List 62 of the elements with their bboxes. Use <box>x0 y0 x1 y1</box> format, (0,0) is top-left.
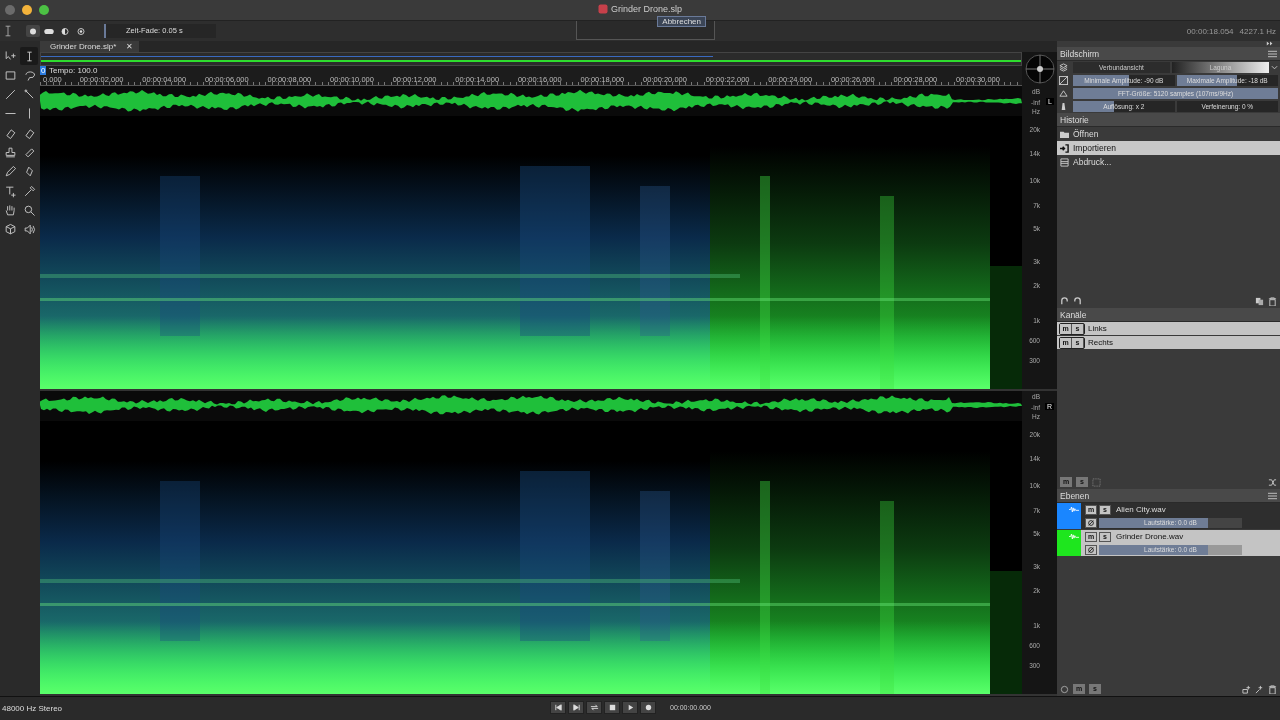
window-title: Grinder Drone.slp <box>611 4 683 14</box>
tempo-label: Tempo: 100.0 <box>49 66 98 75</box>
overview-bar[interactable] <box>40 52 1022 66</box>
amplitude-icon <box>1059 76 1068 85</box>
history-item[interactable]: Öffnen <box>1057 127 1280 141</box>
caret-icon <box>1271 65 1278 70</box>
history-item[interactable]: Importieren <box>1057 141 1280 155</box>
loop-button[interactable] <box>586 701 602 714</box>
close-tab-icon[interactable]: ✕ <box>126 42 134 52</box>
loop-icon <box>589 703 599 712</box>
play-button[interactable] <box>622 701 638 714</box>
redo-icon[interactable] <box>1073 296 1082 306</box>
dot-mode-icon[interactable] <box>26 25 40 37</box>
shuffle-icon[interactable] <box>1268 477 1277 487</box>
cursor-time: 00:00:18.054 <box>1186 26 1234 36</box>
folder-icon <box>1060 129 1069 139</box>
document-icon <box>598 4 608 14</box>
stop-button[interactable] <box>604 701 620 714</box>
zoom-button[interactable] <box>39 5 49 15</box>
undo-icon[interactable] <box>1060 296 1069 306</box>
channel-name: Rechts <box>1088 338 1113 347</box>
trash-icon[interactable] <box>1268 296 1277 306</box>
new-layer-icon[interactable] <box>1242 684 1251 694</box>
menu-icon[interactable] <box>1268 49 1277 58</box>
document-tab[interactable]: Grinder Drone.slp* ✕ <box>40 41 140 52</box>
phase-invert-icon[interactable] <box>1085 517 1097 528</box>
skip-back-icon <box>553 703 563 712</box>
audio-format-label: 48000 Hz Stereo <box>1 704 63 713</box>
cursor-frequency: 4227.1 Hz <box>1239 26 1276 36</box>
record-icon <box>643 703 653 712</box>
skip-back-button[interactable] <box>550 701 566 714</box>
history-item[interactable]: Abdruck... <box>1057 155 1280 169</box>
layers-icon <box>1059 63 1068 72</box>
time-ruler[interactable] <box>40 66 1022 86</box>
print-icon <box>1060 157 1069 167</box>
phase-invert-icon[interactable] <box>1085 544 1097 555</box>
text-cursor-icon[interactable] <box>20 47 38 65</box>
text-cursor-icon[interactable] <box>4 25 12 37</box>
record-button[interactable] <box>640 701 656 714</box>
copy-icon[interactable] <box>1255 296 1264 306</box>
panel-title: Kanäle <box>1060 309 1087 320</box>
playhead-marker[interactable]: 0 <box>40 66 47 75</box>
menu-icon[interactable] <box>1268 491 1277 500</box>
cancel-button[interactable]: Abbrechen <box>657 16 706 27</box>
minimize-button[interactable] <box>22 5 32 15</box>
skip-forward-icon <box>571 703 581 712</box>
trash-icon[interactable] <box>1268 684 1277 694</box>
stop-icon <box>607 703 617 712</box>
panel-title: Ebenen <box>1060 490 1090 501</box>
waveform-icon <box>1069 533 1079 540</box>
layer-name: Alien City.wav <box>1116 505 1166 514</box>
layer-name: Grinder Drone.wav <box>1116 532 1184 541</box>
skip-forward-button[interactable] <box>568 701 584 714</box>
tab-label: Grinder Drone.slp* <box>50 42 117 52</box>
import-icon <box>1060 143 1069 153</box>
eye-icon[interactable] <box>74 25 88 37</box>
waveform-icon <box>1069 506 1079 513</box>
navigator-icon[interactable] <box>1024 54 1055 84</box>
panel-title: Bildschirm <box>1060 48 1100 59</box>
panel-title: Historie <box>1060 114 1089 125</box>
channel-name: Links <box>1088 324 1107 333</box>
half-circle-icon[interactable] <box>58 25 72 37</box>
